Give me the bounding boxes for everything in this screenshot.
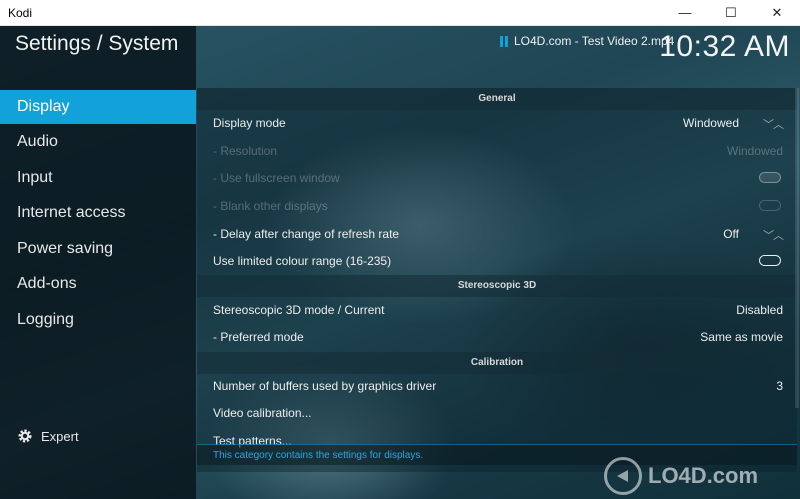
sidebar: Settings / System Display Audio Input In… <box>0 26 196 499</box>
setting-label: - Use fullscreen window <box>213 171 340 185</box>
sidebar-item-power-saving[interactable]: Power saving <box>0 232 196 266</box>
close-icon: ✕ <box>771 4 783 20</box>
setting-preferred-mode[interactable]: - Preferred mode Same as movie <box>197 324 797 350</box>
setting-value: Windowed <box>726 144 783 158</box>
section-header-stereoscopic: Stereoscopic 3D <box>197 275 797 297</box>
close-button[interactable]: ✕ <box>754 0 800 25</box>
watermark-text: LO4D.com <box>648 463 759 488</box>
setting-value: Windowed <box>682 116 739 130</box>
setting-limited-colour[interactable]: Use limited colour range (16-235) <box>197 248 797 274</box>
toggle-switch <box>759 200 781 211</box>
setting-value: Off <box>723 227 739 241</box>
settings-list: General Display mode Windowed ﹀︿ - Resol… <box>197 88 797 472</box>
arrow-icon <box>617 470 628 482</box>
scrollbar[interactable] <box>795 88 799 408</box>
sidebar-item-add-ons[interactable]: Add-ons <box>0 267 196 301</box>
watermark-logo: LO4D.com <box>604 457 758 495</box>
now-playing: LO4D.com - Test Video 2.mp4 <box>500 34 674 48</box>
sidebar-item-audio[interactable]: Audio <box>0 125 196 159</box>
setting-value: Same as movie <box>700 330 783 344</box>
spinner-arrows-icon[interactable]: ﹀︿ <box>763 227 784 243</box>
maximize-button[interactable]: ☐ <box>708 0 754 25</box>
maximize-icon: ☐ <box>725 4 737 20</box>
spinner-arrows-icon[interactable]: ﹀︿ <box>763 116 784 132</box>
toggle-switch <box>759 172 781 183</box>
setting-label: - Blank other displays <box>213 199 328 213</box>
sidebar-item-logging[interactable]: Logging <box>0 303 196 337</box>
now-playing-title: LO4D.com - Test Video 2.mp4 <box>514 34 675 48</box>
window-titlebar: Kodi — ☐ ✕ <box>0 0 800 26</box>
setting-label: - Delay after change of refresh rate <box>213 227 400 241</box>
window-title: Kodi <box>8 6 33 20</box>
setting-description: This category contains the settings for … <box>213 450 424 461</box>
gear-icon <box>18 429 32 443</box>
minimize-button[interactable]: — <box>662 0 708 25</box>
lo4d-logo-icon <box>604 457 642 495</box>
expert-label: Expert <box>41 428 79 444</box>
setting-fullscreen-window: - Use fullscreen window <box>197 165 797 191</box>
setting-label: Stereoscopic 3D mode / Current <box>213 303 385 317</box>
setting-display-mode[interactable]: Display mode Windowed ﹀︿ <box>197 110 797 136</box>
section-header-calibration: Calibration <box>197 352 797 374</box>
setting-buffers[interactable]: Number of buffers used by graphics drive… <box>197 373 797 399</box>
kodi-app: Settings / System Display Audio Input In… <box>0 26 800 499</box>
setting-value: 3 <box>776 379 783 393</box>
toggle-switch[interactable] <box>759 255 781 266</box>
expert-level-button[interactable]: Expert <box>17 428 79 444</box>
setting-label: - Preferred mode <box>213 330 304 344</box>
setting-video-calibration[interactable]: Video calibration... <box>197 400 797 426</box>
setting-stereo-mode[interactable]: Stereoscopic 3D mode / Current Disabled <box>197 297 797 323</box>
setting-label: Number of buffers used by graphics drive… <box>213 379 437 393</box>
setting-delay-refresh[interactable]: - Delay after change of refresh rate Off… <box>197 221 797 247</box>
sidebar-item-internet-access[interactable]: Internet access <box>0 196 196 230</box>
setting-value: Disabled <box>736 303 783 317</box>
sidebar-item-input[interactable]: Input <box>0 161 196 195</box>
pause-icon <box>500 35 508 47</box>
setting-label: - Resolution <box>213 144 278 158</box>
setting-label: Display mode <box>213 116 286 130</box>
section-header-general: General <box>197 88 797 110</box>
setting-blank-displays: - Blank other displays <box>197 193 797 219</box>
sidebar-item-display[interactable]: Display <box>0 90 196 124</box>
page-title: Settings / System <box>15 32 179 55</box>
setting-resolution: - Resolution Windowed <box>197 138 797 164</box>
clock: 10:32 AM <box>659 30 790 63</box>
setting-label: Video calibration... <box>213 406 312 420</box>
setting-label: Use limited colour range (16-235) <box>213 254 392 268</box>
minimize-icon: — <box>678 5 692 20</box>
